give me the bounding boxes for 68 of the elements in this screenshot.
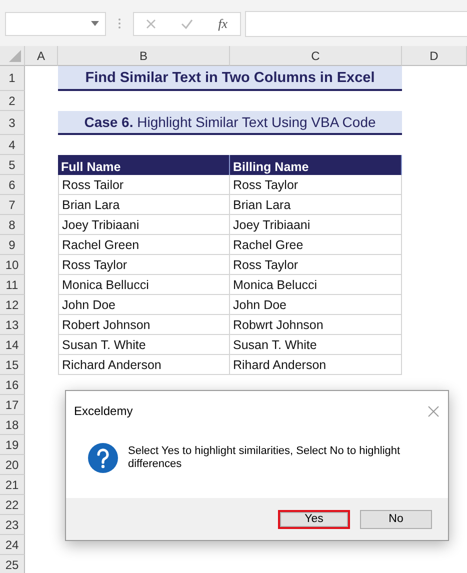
table-cell: John Doe <box>230 295 402 315</box>
row-header[interactable]: 16 <box>0 375 25 395</box>
row-header[interactable]: 20 <box>0 455 25 475</box>
name-box[interactable] <box>5 12 106 36</box>
column-heading: Full Name <box>58 155 230 175</box>
cancel-icon[interactable] <box>146 18 156 28</box>
row-header[interactable]: 19 <box>0 435 25 455</box>
table-cell: Rachel Gree <box>230 235 402 255</box>
table-cell: Brian Lara <box>58 195 230 215</box>
dialog-button[interactable]: No <box>360 510 432 528</box>
column-header[interactable]: D <box>402 46 467 66</box>
grip-icon <box>118 18 121 29</box>
dropdown-caret-icon <box>91 21 99 26</box>
row-header[interactable]: 5 <box>0 155 25 175</box>
row-header[interactable]: 25 <box>0 555 25 573</box>
question-icon <box>88 442 118 472</box>
table-cell: Rachel Green <box>58 235 230 255</box>
table-cell: John Doe <box>58 295 230 315</box>
dialog-button[interactable]: Yes <box>278 510 350 528</box>
row-header[interactable]: 18 <box>0 415 25 435</box>
table-cell: Richard Anderson <box>58 355 230 375</box>
row-header[interactable]: 17 <box>0 395 25 415</box>
table-cell: Ross Taylor <box>58 255 230 275</box>
row-header[interactable]: 11 <box>0 275 25 295</box>
column-header[interactable]: C <box>230 46 402 66</box>
table-cell: Joey Tribiaani <box>230 215 402 235</box>
table-cell: Rihard Anderson <box>230 355 402 375</box>
row-header[interactable]: 8 <box>0 215 25 235</box>
row-header[interactable]: 21 <box>0 475 25 495</box>
check-icon[interactable] <box>181 18 194 28</box>
close-icon[interactable] <box>428 406 439 416</box>
insert-function-button[interactable]: fx <box>218 16 228 32</box>
table-cell: Monica Bellucci <box>58 275 230 295</box>
table-cell: Ross Taylor <box>230 255 402 275</box>
table-cell: Ross Tailor <box>58 175 230 195</box>
row-header[interactable]: 13 <box>0 315 25 335</box>
table-cell: Brian Lara <box>230 195 402 215</box>
table-cell: Ross Taylor <box>230 175 402 195</box>
row-header[interactable]: 9 <box>0 235 25 255</box>
column-header[interactable]: A <box>25 46 58 66</box>
row-header[interactable]: 3 <box>0 111 25 135</box>
sheet-subtitle: Case 6. Highlight Similar Text Using VBA Code <box>58 111 402 135</box>
table-cell: Robwrt Johnson <box>230 315 402 335</box>
row-header[interactable]: 15 <box>0 355 25 375</box>
dialog-title: Exceldemy <box>74 404 133 418</box>
corner-triangle-icon <box>9 50 21 62</box>
row-header[interactable]: 1 <box>0 66 25 91</box>
select-all-corner[interactable] <box>0 46 25 66</box>
row-header[interactable]: 6 <box>0 175 25 195</box>
table-cell: Monica Belucci <box>230 275 402 295</box>
table-cell: Susan T. White <box>58 335 230 355</box>
formula-input[interactable] <box>245 10 467 36</box>
row-header[interactable]: 24 <box>0 535 25 555</box>
table-cell: Joey Tribiaani <box>58 215 230 235</box>
sheet-title: Find Similar Text in Two Columns in Excel <box>58 66 402 91</box>
row-header[interactable]: 10 <box>0 255 25 275</box>
row-header[interactable]: 14 <box>0 335 25 355</box>
row-header[interactable]: 22 <box>0 495 25 515</box>
column-header[interactable]: B <box>58 46 230 66</box>
row-header[interactable]: 23 <box>0 515 25 535</box>
table-cell: Susan T. White <box>230 335 402 355</box>
table-cell: Robert Johnson <box>58 315 230 335</box>
column-heading: Billing Name <box>230 155 402 175</box>
row-header[interactable]: 12 <box>0 295 25 315</box>
dialog-message: Select Yes to highlight similarities, Select No to highlight differences <box>128 444 402 470</box>
row-header[interactable]: 7 <box>0 195 25 215</box>
row-header[interactable]: 4 <box>0 135 25 155</box>
row-header[interactable]: 2 <box>0 91 25 111</box>
